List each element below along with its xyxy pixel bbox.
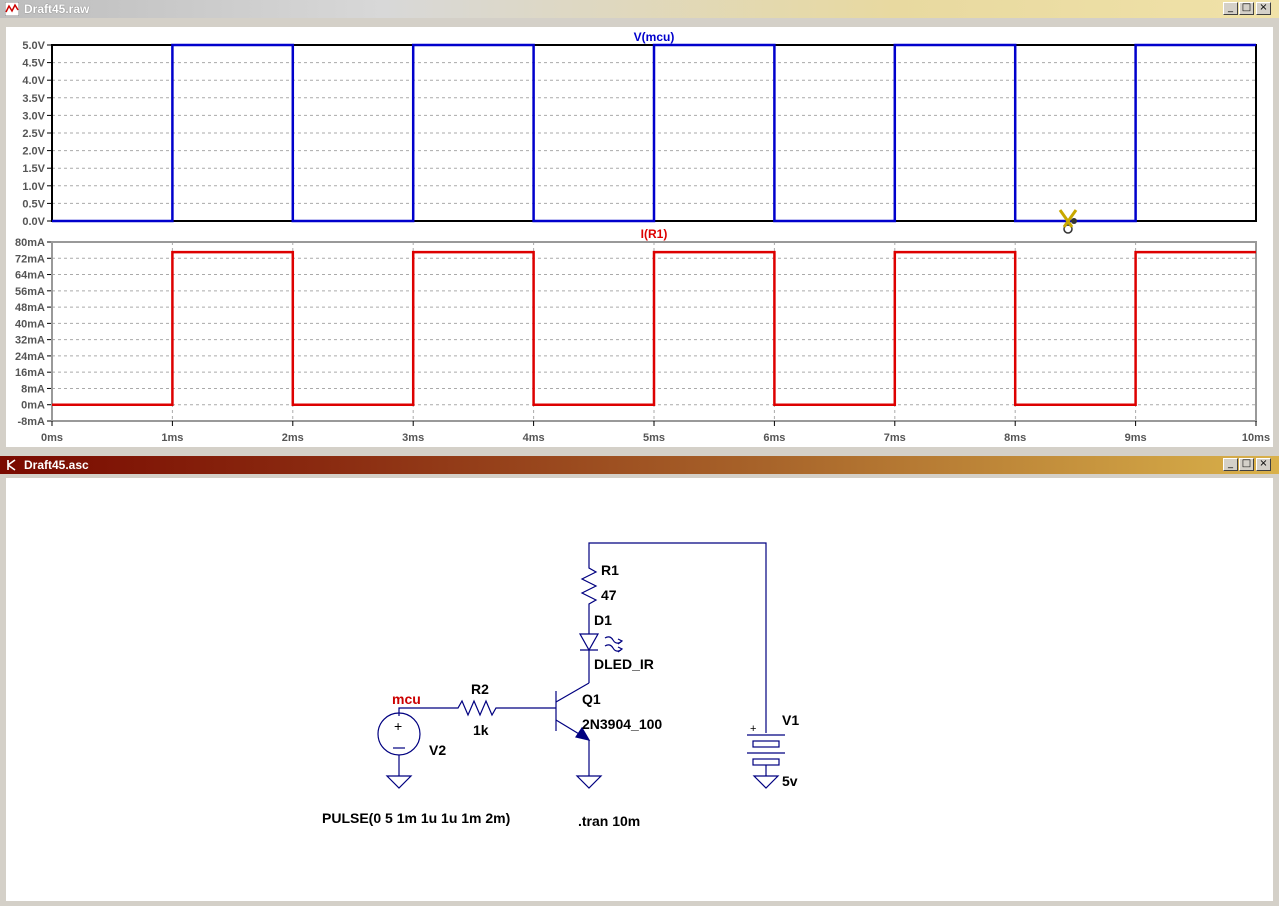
tran-directive[interactable]: .tran 10m	[578, 813, 640, 829]
schematic-title: Draft45.asc	[24, 458, 89, 472]
v2-name-label[interactable]: V2	[429, 742, 446, 758]
vmcu-ytick-label: 0.0V	[22, 216, 45, 228]
xtick-label: 7ms	[884, 432, 906, 444]
r2-name-label[interactable]: R2	[471, 681, 489, 697]
schematic-drawing[interactable]: + + R1 47 D1 DLED_IR Q1 2N3904_100 R2 1k…	[6, 478, 1273, 901]
waveform-app-icon	[5, 2, 19, 16]
vmcu-trace-label[interactable]: V(mcu)	[634, 30, 675, 44]
r2-resistor[interactable]	[398, 699, 556, 717]
waveform-close-button[interactable]: ×	[1256, 2, 1271, 15]
waveform-title: Draft45.raw	[24, 2, 90, 16]
ir1-ytick-label: -8mA	[17, 416, 45, 428]
xtick-label: 8ms	[1004, 432, 1026, 444]
xtick-label: 1ms	[161, 432, 183, 444]
ir1-ytick-label: 56mA	[15, 286, 45, 298]
ir1-ytick-label: 80mA	[15, 237, 45, 249]
ir1-trace-label[interactable]: I(R1)	[641, 227, 668, 241]
schematic-titlebar[interactable]: Draft45.asc _ □ ×	[0, 456, 1279, 474]
vmcu-ytick-label: 4.5V	[22, 58, 45, 70]
waveform-titlebar[interactable]: Draft45.raw _ □ ×	[0, 0, 1279, 18]
schematic-app-icon	[5, 458, 19, 472]
schematic-maximize-button[interactable]: □	[1239, 458, 1254, 471]
d1-model-label[interactable]: DLED_IR	[594, 656, 654, 672]
r1-value-label[interactable]: 47	[601, 587, 617, 603]
xtick-label: 10ms	[1242, 432, 1270, 444]
ir1-ytick-label: 16mA	[15, 367, 45, 379]
vmcu-ytick-label: 2.5V	[22, 128, 45, 140]
r2-value-label[interactable]: 1k	[473, 722, 489, 738]
v1-plus-label: +	[750, 723, 756, 735]
r1-name-label[interactable]: R1	[601, 562, 619, 578]
v1-ground	[752, 775, 780, 789]
vmcu-ytick-label: 1.0V	[22, 181, 45, 193]
vmcu-ytick-label: 0.5V	[22, 198, 45, 210]
v2-value-label[interactable]: PULSE(0 5 1m 1u 1u 1m 2m)	[322, 810, 510, 826]
waveform-plots[interactable]: 5.0V 4.5V 4.0V 3.5V 3.0V 2.5V 2.0V 1.5V 1.0V 0.5V…	[6, 27, 1273, 447]
xtick-label: 0ms	[41, 432, 63, 444]
xtick-label: 5ms	[643, 432, 665, 444]
waveform-minimize-button[interactable]: _	[1223, 2, 1238, 15]
waveform-plot-pane[interactable]: 5.0V 4.5V 4.0V 3.5V 3.0V 2.5V 2.0V 1.5V 1.0V 0.5V…	[6, 27, 1273, 447]
vmcu-ytick-label: 1.5V	[22, 163, 45, 175]
waveform-maximize-button[interactable]: □	[1239, 2, 1254, 15]
q1-model-label[interactable]: 2N3904_100	[582, 716, 662, 732]
ir1-ytick-label: 72mA	[15, 253, 45, 265]
waveform-window: Draft45.raw _ □ × 5.0V 4.5V 4.0V 3.5V 3.0V 2.…	[0, 0, 1279, 452]
v2-ground	[385, 775, 413, 789]
ir1-trace[interactable]	[52, 250, 1256, 406]
xtick-label: 6ms	[763, 432, 785, 444]
q1-ground	[575, 775, 603, 789]
ir1-ytick-label: 48mA	[15, 302, 45, 314]
v2-plus-label: +	[394, 718, 402, 734]
ir1-ytick-label: 32mA	[15, 335, 45, 347]
xtick-label: 3ms	[402, 432, 424, 444]
vmcu-ytick-label: 4.0V	[22, 75, 45, 87]
vmcu-ytick-label: 2.0V	[22, 146, 45, 158]
ir1-ytick-label: 8mA	[21, 383, 45, 395]
schematic-window: Draft45.asc _ □ × + + R1 47 D1 DLED_IR Q…	[0, 456, 1279, 903]
v1-battery[interactable]	[747, 734, 785, 776]
schematic-canvas[interactable]: + + R1 47 D1 DLED_IR Q1 2N3904_100 R2 1k…	[6, 478, 1273, 901]
ir1-ytick-label: 64mA	[15, 270, 45, 282]
xtick-label: 2ms	[282, 432, 304, 444]
xtick-label: 4ms	[523, 432, 545, 444]
xtick-label: 9ms	[1125, 432, 1147, 444]
d1-name-label[interactable]: D1	[594, 612, 612, 628]
schematic-minimize-button[interactable]: _	[1223, 458, 1238, 471]
ir1-ytick-label: 0mA	[21, 400, 45, 412]
q1-name-label[interactable]: Q1	[582, 691, 601, 707]
v1-value-label[interactable]: 5v	[782, 773, 798, 789]
ir1-ytick-label: 40mA	[15, 318, 45, 330]
vmcu-ytick-label: 3.5V	[22, 93, 45, 105]
vmcu-ytick-label: 3.0V	[22, 110, 45, 122]
schematic-close-button[interactable]: ×	[1256, 458, 1271, 471]
mcu-net-label[interactable]: mcu	[392, 691, 421, 707]
ir1-ytick-label: 24mA	[15, 351, 45, 363]
vmcu-ytick-label: 5.0V	[22, 40, 45, 52]
v1-name-label[interactable]: V1	[782, 712, 799, 728]
